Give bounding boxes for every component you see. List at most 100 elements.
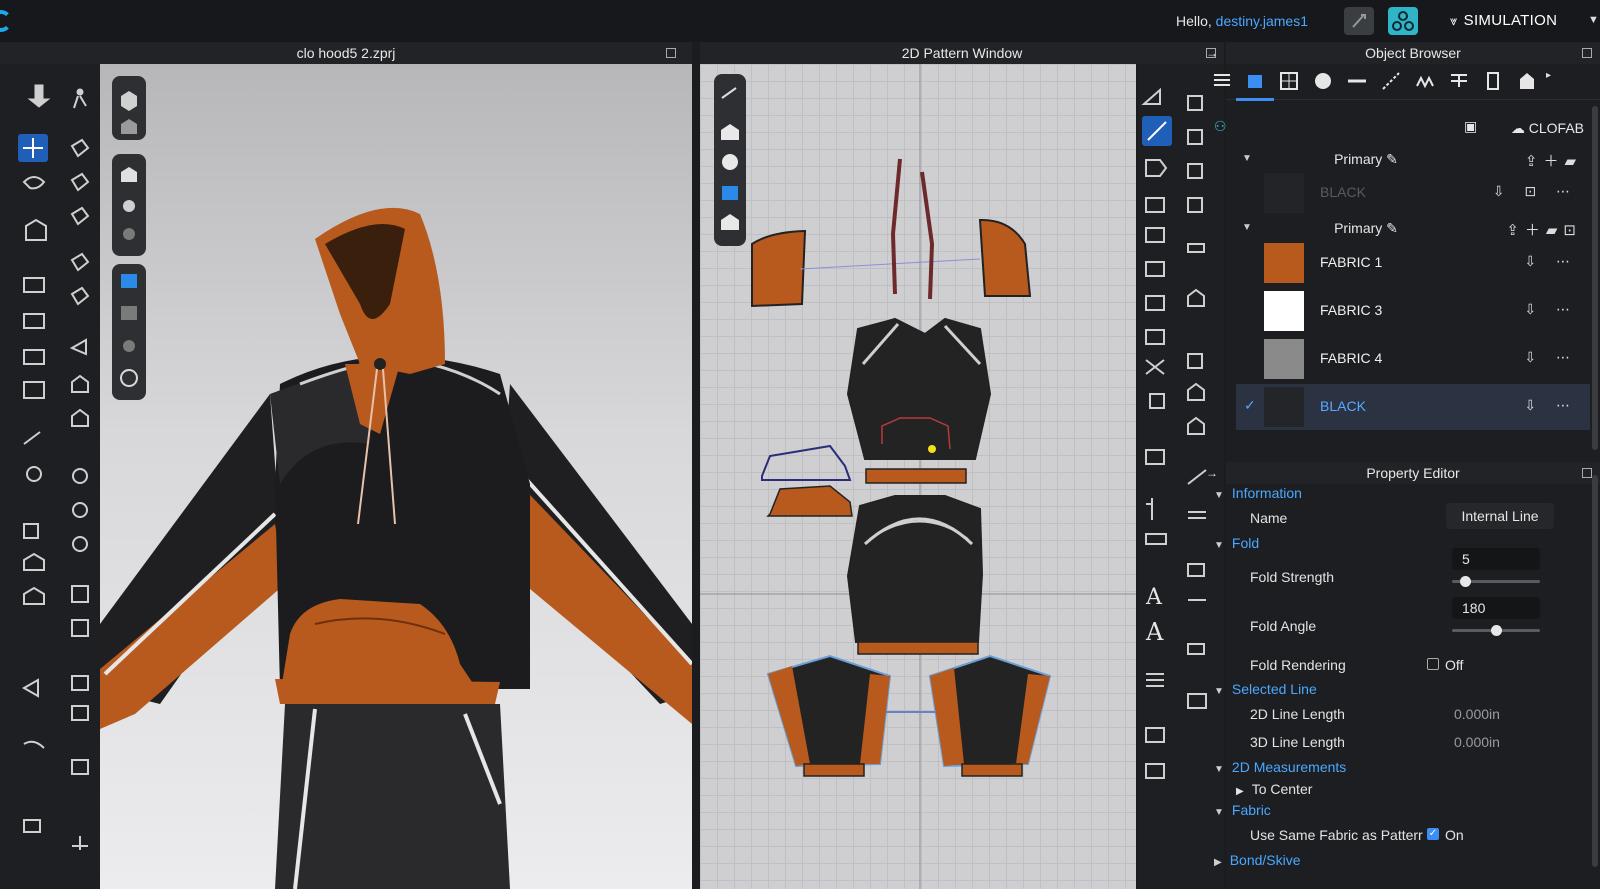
fabric-row-selected[interactable]: ✓ BLACK ⇩ ⋯	[1236, 384, 1590, 430]
property-editor-header: → Property Editor	[1206, 462, 1600, 484]
property-editor-title: Property Editor	[1366, 465, 1460, 481]
group-name: Primary ✎	[1334, 220, 1398, 236]
object-browser-scrollbar[interactable]	[1592, 106, 1598, 450]
section-fold[interactable]: ▼ Fold	[1214, 535, 1259, 551]
fabric-name: BLACK	[1320, 398, 1366, 414]
same-fabric-value: On	[1445, 827, 1464, 843]
folder-icon[interactable]: ▣	[1464, 118, 1477, 135]
same-fabric-checkbox[interactable]: ✓	[1427, 828, 1439, 840]
3d-line-length-value: 0.000in	[1454, 734, 1500, 750]
down-arrow-tool-icon	[27, 84, 51, 108]
section-bond-skive[interactable]: ▶ Bond/Skive	[1214, 852, 1301, 868]
section-selected-line[interactable]: ▼ Selected Line	[1214, 681, 1317, 697]
mode-switch[interactable]: ⩔ SIMULATION	[1450, 12, 1557, 29]
clofab-label: CLOFAB	[1528, 120, 1584, 136]
property-editor: → Property Editor ▼ Information Name Inte…	[1206, 462, 1600, 889]
fold-strength-input[interactable]: 5	[1452, 548, 1540, 570]
double-chevron-icon: ⩔	[1450, 13, 1458, 28]
2d-pattern-window[interactable]	[700, 64, 1136, 889]
view-icons-2	[121, 167, 137, 240]
graphic-tab-icon[interactable]	[1516, 70, 1538, 92]
2d-line-length-value: 0.000in	[1454, 706, 1500, 722]
clofab-link[interactable]: ☁ CLOFAB	[1511, 120, 1584, 137]
fold-rendering-checkbox[interactable]	[1427, 658, 1439, 670]
pin-tool-icon	[23, 277, 45, 293]
view-icons	[121, 91, 137, 134]
section-information[interactable]: ▼ Information	[1214, 485, 1302, 501]
fabric-row-actions[interactable]: ⇩ ⋯	[1524, 253, 1578, 270]
button-tab-icon[interactable]	[1312, 70, 1334, 92]
avatar-walk-icon	[76, 88, 84, 96]
fabric-row-black-dimmed[interactable]: BLACK ⇩ ⊡ ⋯	[1236, 170, 1590, 216]
3d-garment-render	[100, 207, 692, 889]
view-toolbar-group1	[112, 76, 146, 140]
fabric-row[interactable]: FABRIC 4 ⇩ ⋯	[1236, 336, 1590, 382]
puckering-tab-icon[interactable]	[1414, 70, 1436, 92]
fabric-row[interactable]: FABRIC 3 ⇩ ⋯	[1236, 288, 1590, 334]
group-actions[interactable]: ⇪＋▰	[1525, 150, 1582, 171]
top-bar: Hello, destiny.james1 ⩔ SIMULATION ▼	[0, 0, 1600, 42]
buttonhole-tab-icon[interactable]	[1346, 70, 1368, 92]
to-center-row[interactable]: ▶ To Center	[1236, 781, 1312, 797]
section-2d-measurements[interactable]: ▼ 2D Measurements	[1214, 759, 1346, 775]
3d-tool-icons	[18, 84, 90, 850]
pattern-toolbar	[714, 74, 746, 246]
info-icon	[722, 154, 738, 170]
undock-icon[interactable]	[666, 48, 676, 58]
topstitch-tab-icon[interactable]	[1380, 70, 1402, 92]
pattern-window-header: 2D Pattern Window	[700, 42, 1224, 64]
pattern-view-icons	[721, 87, 739, 230]
mode-dropdown-icon[interactable]: ▼	[1588, 14, 1599, 26]
needle-tool-icon	[23, 431, 41, 445]
fold-angle-slider[interactable]	[1452, 625, 1540, 636]
fabric-row-actions[interactable]: ⇩ ⋯	[1524, 349, 1578, 366]
clo-logo-icon[interactable]	[0, 10, 12, 32]
3d-viewport[interactable]	[100, 64, 692, 889]
fold-angle-input[interactable]: 180	[1452, 597, 1540, 619]
collapse-arrow-icon[interactable]: →	[1206, 42, 1218, 64]
fold-strength-slider[interactable]	[1452, 576, 1540, 587]
pattern-canvas	[700, 64, 1136, 889]
texture-icon	[123, 200, 135, 212]
fabric-row-actions[interactable]: ⇩ ⋯	[1524, 301, 1578, 318]
undock-icon[interactable]	[1582, 468, 1592, 478]
more-tabs-icon[interactable]: ▸	[1546, 70, 1568, 92]
3d-line-length-label: 3D Line Length	[1250, 734, 1345, 750]
slider-knob[interactable]	[1491, 625, 1502, 636]
name-field[interactable]: Internal Line	[1446, 503, 1554, 529]
connect-button[interactable]	[1388, 7, 1418, 35]
trim-tab-icon[interactable]	[1482, 70, 1504, 92]
text-tool-icon-2: A	[1145, 618, 1164, 646]
undock-icon[interactable]	[1582, 48, 1592, 58]
clo-network-icon[interactable]: ⚇	[1214, 118, 1227, 135]
fabric-row-actions[interactable]: ⇩ ⊡ ⋯	[1493, 183, 1578, 200]
group-actions[interactable]: ⇪＋▰⊡	[1506, 219, 1582, 240]
slider-knob[interactable]	[1460, 576, 1471, 587]
section-fabric[interactable]: ▼ Fabric	[1214, 802, 1271, 818]
username-link[interactable]: destiny.james1	[1216, 13, 1308, 29]
fabric-name: FABRIC 1	[1320, 254, 1383, 270]
check-icon: ✓	[1244, 397, 1256, 413]
object-browser-title: Object Browser	[1365, 45, 1461, 61]
2d-line-length-label: 2D Line Length	[1250, 706, 1345, 722]
fabric-tab-icon[interactable]	[1236, 70, 1274, 101]
fabric-row-actions[interactable]: ⇩ ⋯	[1524, 397, 1578, 414]
zipper-tab-icon[interactable]	[1448, 70, 1470, 92]
fabric-row[interactable]: FABRIC 1 ⇩ ⋯	[1236, 240, 1590, 286]
fabric-name: BLACK	[1320, 184, 1366, 200]
view-toolbar-group3	[112, 264, 146, 400]
list-tab-icon[interactable]	[1210, 70, 1232, 92]
fabric-name: FABRIC 3	[1320, 302, 1383, 318]
shirt-tool-icon	[25, 218, 47, 241]
tools-toggle-button[interactable]	[1344, 7, 1374, 35]
fabric-swatch	[1264, 173, 1304, 213]
texture-tab-icon[interactable]	[1278, 70, 1300, 92]
object-browser-header: → Object Browser	[1206, 42, 1600, 64]
fabric-swatch	[1264, 243, 1304, 283]
globe-icon	[120, 369, 138, 387]
wrench-icon	[1352, 14, 1366, 28]
3d-toolbar	[0, 64, 100, 889]
collapse-arrow-icon[interactable]: →	[1206, 462, 1218, 484]
property-editor-scrollbar[interactable]	[1592, 475, 1598, 867]
greeting-prefix: Hello,	[1175, 13, 1212, 29]
